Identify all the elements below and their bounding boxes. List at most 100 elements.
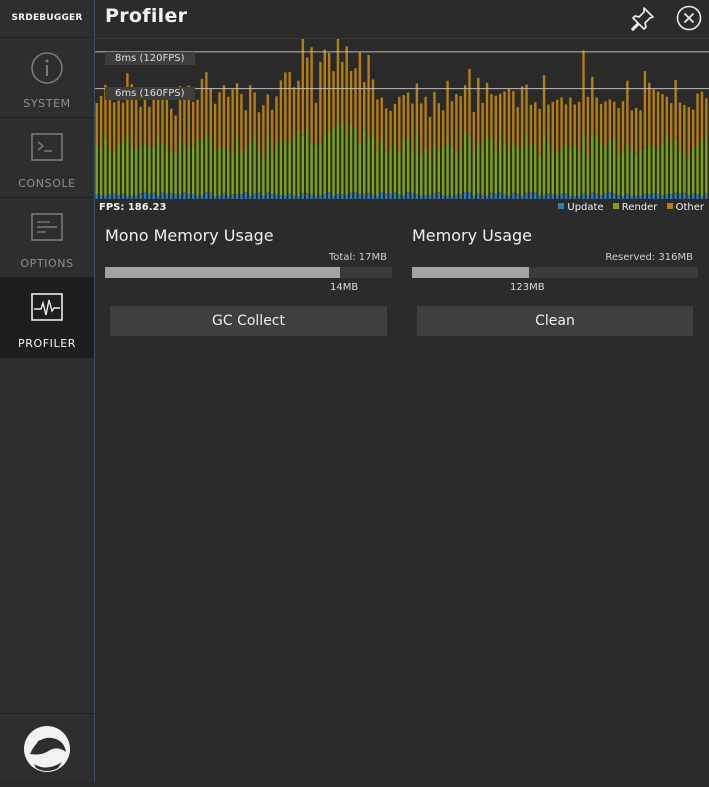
bar-render	[161, 143, 164, 193]
bar-update	[485, 195, 489, 199]
bar-other	[481, 102, 484, 149]
bar-update	[586, 195, 590, 199]
bar-render	[691, 147, 695, 193]
clean-button[interactable]: Clean	[417, 306, 693, 336]
bar-render	[341, 123, 344, 195]
bar-other	[301, 39, 305, 136]
sidebar-item-system[interactable]: SYSTEM	[0, 38, 94, 118]
bar-update	[130, 195, 133, 199]
gc-collect-button[interactable]: GC Collect	[110, 306, 387, 336]
bar-other	[170, 108, 173, 152]
bar-update	[310, 194, 313, 199]
bar-render	[126, 136, 129, 197]
sidebar-item-label: PROFILER	[17, 337, 77, 350]
bar-render	[512, 142, 515, 193]
bar-update	[257, 192, 261, 199]
bar-update	[165, 193, 169, 199]
bar-other	[639, 110, 642, 150]
bar-other	[551, 101, 555, 153]
bar-update	[652, 193, 655, 199]
sidebar-item-profiler[interactable]: PROFILER	[0, 278, 94, 358]
bar-update	[529, 192, 533, 199]
bar-render	[108, 149, 112, 195]
bar-update	[446, 195, 449, 199]
bar-render	[95, 142, 98, 194]
bar-render	[586, 156, 590, 196]
bar-render	[384, 150, 388, 194]
bar-other	[376, 99, 379, 150]
bar-render	[525, 133, 528, 193]
bar-render	[257, 150, 261, 193]
terminal-icon	[31, 133, 63, 161]
total-value: 17MB	[358, 252, 387, 263]
bar-render	[279, 138, 283, 196]
bar-other	[516, 107, 519, 147]
bar-update	[227, 196, 230, 199]
bar-update	[152, 192, 155, 199]
bar-other	[183, 97, 186, 147]
bar-update	[376, 196, 379, 199]
bar-update	[393, 191, 397, 199]
bar-render	[301, 135, 305, 193]
bar-other	[314, 102, 318, 145]
bar-update	[617, 195, 620, 199]
bar-render	[253, 135, 256, 194]
close-icon[interactable]	[675, 4, 703, 32]
sidebar-item-console[interactable]: CONSOLE	[0, 118, 94, 198]
bar-update	[244, 192, 248, 199]
bar-update	[516, 193, 519, 199]
bar-render	[218, 147, 221, 196]
bar-render	[196, 140, 199, 196]
bar-other	[538, 108, 541, 156]
bar-update	[235, 194, 239, 199]
bar-other	[139, 106, 142, 149]
bar-update	[187, 193, 191, 199]
logo-graphic	[24, 726, 70, 772]
bar-update	[279, 195, 283, 199]
bar-other	[455, 93, 458, 151]
pin-icon[interactable]	[627, 4, 657, 34]
bar-other	[332, 71, 335, 127]
bar-render	[613, 138, 616, 194]
bar-update	[148, 193, 151, 199]
bar-update	[314, 195, 318, 199]
bar-other	[341, 61, 344, 124]
bar-update	[284, 195, 287, 199]
bar-update	[99, 195, 103, 199]
bar-update	[424, 195, 427, 199]
bar-render	[520, 148, 524, 196]
bar-update	[648, 194, 651, 199]
legend-label: Render	[621, 202, 658, 213]
bar-other	[297, 80, 300, 130]
memory-used: 123MB	[510, 282, 545, 293]
bar-update	[253, 193, 256, 199]
bar-render	[577, 150, 581, 196]
bar-render	[183, 146, 186, 192]
bar-render	[595, 134, 598, 194]
bar-other	[459, 96, 462, 151]
bar-update	[665, 194, 669, 199]
bar-other	[319, 61, 322, 145]
bar-other	[231, 89, 234, 154]
bar-update	[249, 195, 252, 199]
bar-render	[398, 151, 401, 195]
bar-update	[564, 193, 568, 199]
bar-update	[599, 194, 603, 199]
bar-other	[345, 46, 348, 134]
bar-other	[191, 101, 195, 146]
bar-update	[415, 194, 419, 199]
bar-other	[367, 55, 370, 137]
bar-update	[433, 192, 436, 199]
sidebar-item-options[interactable]: OPTIONS	[0, 198, 94, 278]
bar-render	[556, 150, 559, 195]
bar-update	[95, 193, 98, 199]
bar-update	[560, 193, 563, 199]
bar-other	[288, 71, 291, 142]
bar-render	[235, 136, 239, 195]
mono-memory-total: Total: 17MB	[105, 252, 387, 263]
bar-render	[529, 143, 533, 193]
bar-other	[349, 70, 353, 123]
bar-update	[270, 193, 274, 199]
bar-other	[253, 92, 256, 136]
bar-update	[196, 195, 199, 199]
